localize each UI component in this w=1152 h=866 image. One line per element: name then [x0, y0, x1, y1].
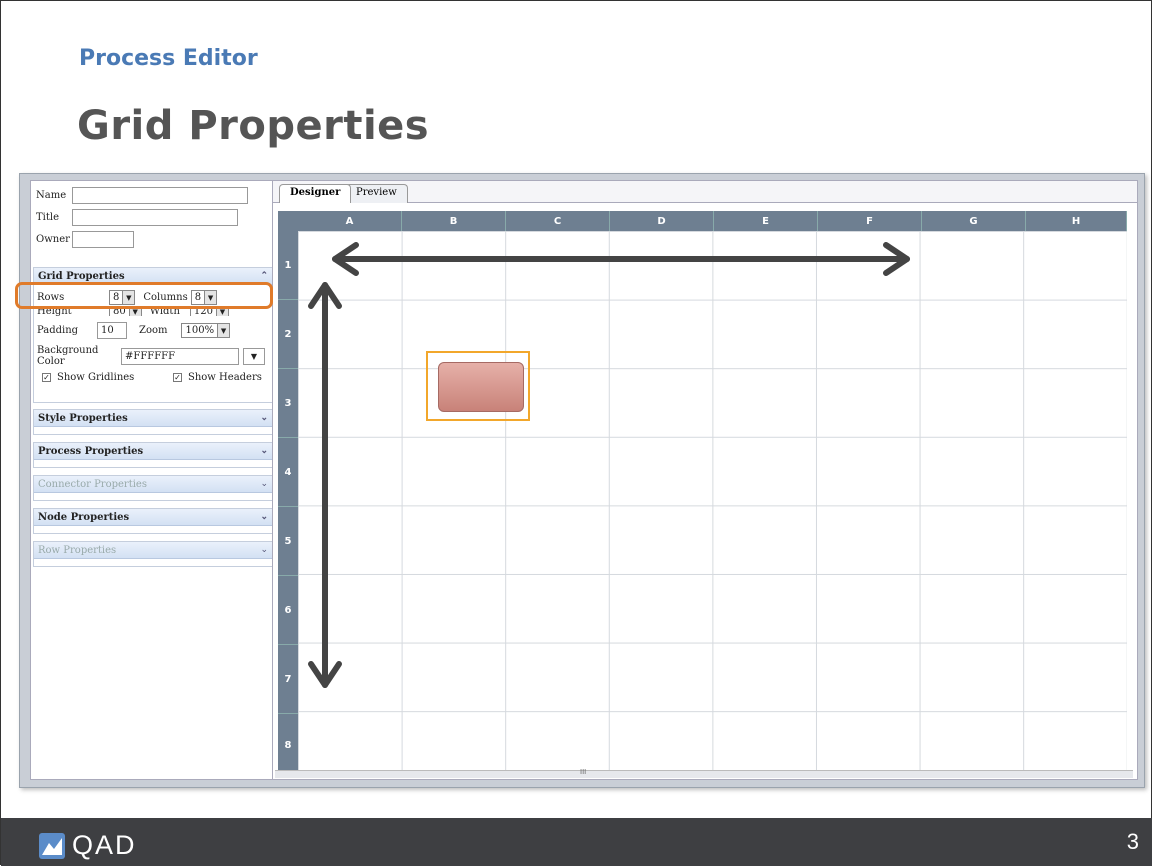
- background-color-input[interactable]: #FFFFFF: [121, 347, 239, 365]
- rows-columns-highlight: [15, 282, 273, 309]
- designer-canvas: Designer Preview A B C D E F G H 1 2 3 4…: [272, 180, 1138, 780]
- row-header[interactable]: 5: [278, 507, 298, 576]
- qad-logo: QAD: [39, 830, 137, 861]
- checkbox-row: ✓ Show Gridlines ✓ Show Headers: [42, 372, 262, 383]
- process-properties-section: Process Properties ⌄: [33, 442, 273, 468]
- column-header[interactable]: G: [922, 211, 1026, 231]
- grid-cells[interactable]: [298, 231, 1127, 778]
- slide: Process Editor Grid Properties Name Titl…: [0, 0, 1152, 866]
- row-properties-section: Row Properties ⌄: [33, 541, 273, 567]
- title-row: Title: [36, 209, 238, 226]
- show-headers-checkbox[interactable]: ✓: [173, 373, 182, 382]
- name-label: Name: [36, 190, 67, 201]
- node-properties-header[interactable]: Node Properties ⌄: [34, 509, 272, 526]
- title-input[interactable]: [72, 209, 238, 226]
- chevron-down-icon[interactable]: ⌄: [260, 545, 268, 555]
- zoom-label: Zoom: [139, 325, 168, 336]
- column-header[interactable]: C: [506, 211, 610, 231]
- name-input[interactable]: [72, 187, 248, 204]
- connector-properties-section: Connector Properties ⌄: [33, 475, 273, 501]
- tab-designer[interactable]: Designer: [279, 184, 352, 203]
- page-number: 3: [1126, 829, 1139, 854]
- padding-zoom-row: Padding 10 Zoom 100% ▼: [37, 322, 231, 339]
- color-picker-button[interactable]: ▼: [243, 347, 265, 365]
- zoom-value: 100%: [185, 325, 215, 336]
- row-header[interactable]: 3: [278, 369, 298, 438]
- qad-logo-icon: [39, 832, 65, 859]
- column-header[interactable]: D: [610, 211, 714, 231]
- section-label: Connector Properties: [38, 478, 147, 490]
- row-header[interactable]: 8: [278, 714, 298, 778]
- owner-label: Owner: [36, 234, 70, 245]
- row-header[interactable]: 7: [278, 645, 298, 714]
- logo-text: QAD: [72, 830, 137, 860]
- grid-properties-title: Grid Properties: [38, 270, 125, 282]
- owner-input[interactable]: [72, 231, 134, 248]
- tab-preview[interactable]: Preview: [345, 184, 408, 203]
- background-color-label: Background Color: [37, 345, 99, 367]
- style-properties-header[interactable]: Style Properties ⌄: [34, 410, 272, 427]
- column-header[interactable]: H: [1026, 211, 1127, 231]
- show-headers-label: Show Headers: [188, 372, 262, 383]
- section-label: Process Properties: [38, 445, 144, 457]
- show-gridlines-checkbox[interactable]: ✓: [42, 373, 51, 382]
- row-header[interactable]: 1: [278, 231, 298, 300]
- background-color-row: Background Color #FFFFFF ▼: [37, 345, 265, 367]
- row-properties-header[interactable]: Row Properties ⌄: [34, 542, 272, 559]
- column-header[interactable]: B: [402, 211, 506, 231]
- section-label: Style Properties: [38, 412, 128, 424]
- section-label: Row Properties: [38, 544, 117, 556]
- row-header[interactable]: 2: [278, 300, 298, 369]
- tab-bar: Designer Preview: [273, 181, 1137, 203]
- owner-row: Owner: [36, 231, 134, 248]
- process-properties-header[interactable]: Process Properties ⌄: [34, 443, 272, 460]
- process-node[interactable]: [438, 362, 524, 412]
- column-header[interactable]: E: [714, 211, 818, 231]
- show-gridlines-label: Show Gridlines: [57, 372, 135, 383]
- node-properties-section: Node Properties ⌄: [33, 508, 273, 534]
- column-header[interactable]: A: [298, 211, 402, 231]
- chevron-down-icon[interactable]: ⌄: [260, 413, 268, 423]
- name-row: Name: [36, 187, 248, 204]
- padding-label: Padding: [37, 325, 79, 336]
- chevron-down-icon[interactable]: ⌄: [260, 512, 268, 522]
- chevron-up-icon[interactable]: ⌃: [260, 271, 268, 281]
- zoom-dropdown[interactable]: 100% ▼: [181, 323, 231, 338]
- properties-panel: Name Title Owner Grid Properties ⌃ Rows: [30, 180, 275, 780]
- footer-bar: [1, 818, 1152, 866]
- corner-header: [278, 211, 298, 231]
- row-header[interactable]: 6: [278, 576, 298, 645]
- chevron-down-icon[interactable]: ⌄: [260, 446, 268, 456]
- scroll-grip[interactable]: III: [580, 768, 586, 776]
- chevron-down-icon[interactable]: ⌄: [260, 479, 268, 489]
- row-header[interactable]: 4: [278, 438, 298, 507]
- padding-input[interactable]: 10: [97, 322, 127, 339]
- selected-cell-b2[interactable]: [426, 351, 530, 421]
- horizontal-scrollbar[interactable]: III: [275, 768, 1133, 778]
- style-properties-section: Style Properties ⌄: [33, 409, 273, 435]
- slide-kicker: Process Editor: [79, 46, 258, 71]
- connector-properties-header[interactable]: Connector Properties ⌄: [34, 476, 272, 493]
- slide-title: Grid Properties: [77, 103, 430, 149]
- column-header[interactable]: F: [818, 211, 922, 231]
- dropdown-arrow-icon[interactable]: ▼: [217, 324, 230, 337]
- section-label: Node Properties: [38, 511, 130, 523]
- title-label: Title: [36, 212, 60, 223]
- process-editor-window: Name Title Owner Grid Properties ⌃ Rows: [19, 173, 1145, 788]
